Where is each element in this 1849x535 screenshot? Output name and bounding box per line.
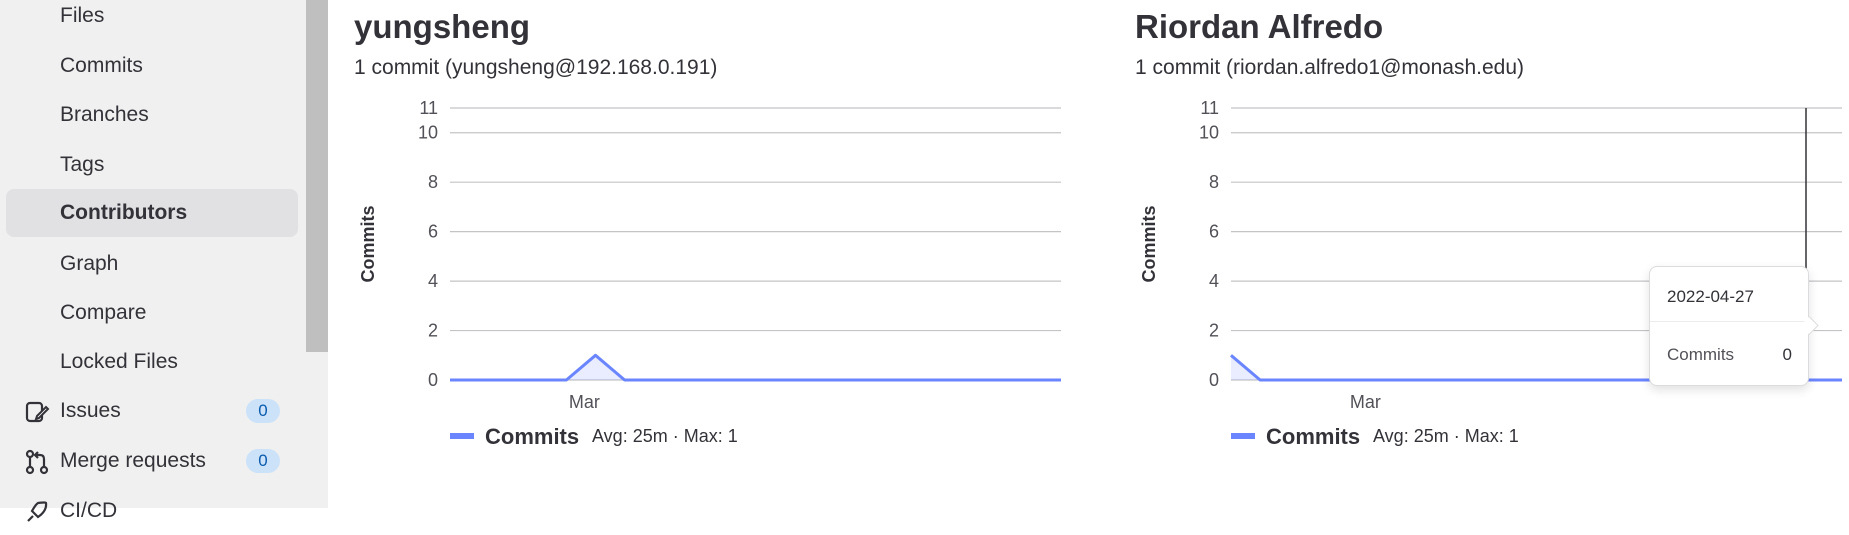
- sidebar-scrollbar-thumb[interactable]: [306, 0, 328, 352]
- series-line-commits: [450, 353, 1061, 382]
- y-tick-label: 10: [1199, 123, 1219, 143]
- legend-swatch: [1231, 433, 1255, 439]
- y-tick-label: 2: [428, 321, 438, 341]
- sidebar-item-commits[interactable]: Commits: [6, 42, 298, 90]
- y-tick-label: 8: [1209, 172, 1219, 192]
- contributor-card: Riordan Alfredo 1 commit (riordan.alfred…: [1135, 0, 1849, 508]
- legend-label: Commits: [485, 424, 579, 449]
- chart-tooltip: 2022-04-27 Commits 0: [1649, 266, 1819, 386]
- tooltip-date: 2022-04-27: [1667, 287, 1754, 306]
- sidebar-item-label: Compare: [60, 301, 147, 324]
- legend-swatch: [450, 433, 474, 439]
- sidebar-item-merge-requests[interactable]: Merge requests 0: [6, 437, 298, 485]
- y-tick-label: 4: [428, 271, 438, 291]
- y-tick-label: 2: [1209, 321, 1219, 341]
- y-tick-label: 10: [418, 123, 438, 143]
- sidebar: Files Commits Branches Tags Contributors…: [0, 0, 306, 522]
- y-tick-label: 8: [428, 172, 438, 192]
- x-tick-label: Mar: [569, 392, 600, 412]
- commits-chart[interactable]: Commits 0 2 4 6 8 10 11 Mar Commits Avg: 25m ·…: [1135, 0, 1849, 460]
- commits-chart[interactable]: Commits 0 2 4 6 8 10 11 Mar Commits Avg: 25m ·…: [354, 0, 1074, 460]
- legend-stats: Avg: 25m · Max: 1: [592, 426, 738, 446]
- sidebar-item-label: Locked Files: [60, 350, 178, 373]
- sidebar-item-branches[interactable]: Branches: [6, 91, 298, 139]
- tooltip-divider: [1650, 321, 1808, 322]
- sidebar-item-label: Merge requests: [60, 449, 206, 472]
- y-tick-label: 11: [1200, 98, 1219, 118]
- y-tick-label: 0: [428, 370, 438, 390]
- y-tick-label: 6: [428, 222, 438, 242]
- rocket-icon: [27, 501, 48, 522]
- sidebar-item-label: Contributors: [60, 201, 188, 224]
- sidebar-item-compare[interactable]: Compare: [6, 289, 298, 337]
- contributor-card: yungsheng 1 commit (yungsheng@192.168.0.…: [354, 0, 1074, 508]
- sidebar-item-tags[interactable]: Tags: [6, 141, 298, 189]
- legend-stats: Avg: 25m · Max: 1: [1373, 426, 1519, 446]
- sidebar-item-locked-files[interactable]: Locked Files: [6, 338, 298, 386]
- y-tick-label: 6: [1209, 222, 1219, 242]
- sidebar-item-label: Files: [60, 4, 105, 27]
- issues-icon: [25, 401, 50, 423]
- sidebar-item-issues[interactable]: Issues 0: [6, 387, 298, 435]
- tooltip-series-value: 0: [1782, 345, 1792, 364]
- sidebar-item-graph[interactable]: Graph: [6, 240, 298, 288]
- sidebar-item-contributors[interactable]: Contributors: [6, 189, 298, 237]
- sidebar-item-label: Issues: [60, 399, 121, 422]
- y-tick-label: 4: [1209, 271, 1219, 291]
- sidebar-item-label: CI/CD: [60, 499, 118, 522]
- merge-request-icon: [25, 449, 49, 475]
- series-area: [450, 355, 1061, 380]
- sidebar-item-ci-cd[interactable]: CI/CD: [6, 487, 298, 535]
- tooltip-series-label: Commits: [1667, 345, 1735, 364]
- sidebar-item-label: Branches: [60, 103, 149, 126]
- sidebar-item-files[interactable]: Files: [6, 0, 298, 40]
- issues-count-badge: 0: [246, 399, 280, 423]
- legend-label: Commits: [1266, 424, 1360, 449]
- sidebar-item-label: Tags: [60, 153, 105, 176]
- y-tick-label: 11: [419, 98, 438, 118]
- y-axis-label: Commits: [1139, 205, 1159, 282]
- merge-requests-count-badge: 0: [246, 449, 280, 473]
- sidebar-item-label: Commits: [60, 54, 143, 77]
- y-axis-label: Commits: [358, 205, 378, 282]
- x-tick-label: Mar: [1350, 392, 1381, 412]
- y-tick-label: 0: [1209, 370, 1219, 390]
- sidebar-item-label: Graph: [60, 252, 119, 275]
